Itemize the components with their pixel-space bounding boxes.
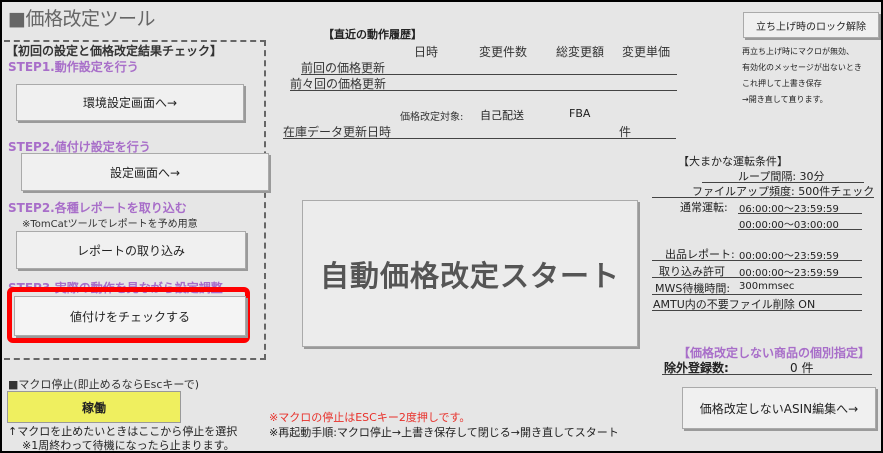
unlock-button[interactable]: 立ち上げ時のロック解除 bbox=[743, 12, 879, 38]
mws-wait-line bbox=[652, 294, 862, 295]
auto-pricing-start-button[interactable]: 自動価格改定スタート bbox=[302, 200, 638, 347]
conditions-title: 【大まかな運転条件】 bbox=[678, 155, 788, 168]
unlock-note-1: 再立ち上げ時にマクロが無効、 bbox=[742, 47, 854, 56]
steps-panel-header: 【初回の設定と価格改定結果チェック】 bbox=[6, 44, 223, 58]
normal-run-label: 通常運転: bbox=[680, 201, 728, 214]
normal-run-line-1 bbox=[738, 213, 862, 214]
reports-note: ※TomCatツールでレポートを予め用意 bbox=[22, 219, 198, 230]
history-col-count: 変更件数 bbox=[479, 45, 528, 59]
step1-label: STEP1.動作設定を行う bbox=[8, 60, 139, 74]
target-fba: FBA bbox=[569, 107, 591, 120]
check-pricing-button[interactable]: 値付けをチェックする bbox=[14, 296, 246, 336]
macro-stop-label: ■マクロ停止(即止めるならEscキーで) bbox=[8, 378, 200, 391]
listing-report-line bbox=[652, 260, 862, 261]
history-col-total: 総変更額 bbox=[556, 45, 605, 59]
history-col-datetime: 日時 bbox=[414, 45, 439, 59]
normal-run-line-2 bbox=[738, 229, 862, 230]
target-label: 価格改定対象: bbox=[400, 112, 464, 123]
restart-procedure-note: ※再起動手順:マクロ停止→上書き保存して閉じる→開き直してスタート bbox=[269, 426, 619, 439]
unlock-note-3: これ押して上書き保存 bbox=[742, 79, 822, 88]
import-reports-button[interactable]: レポートの取り込み bbox=[16, 231, 246, 269]
import-permission-line bbox=[652, 277, 862, 278]
step2-reports-label: STEP2.各種レポートを取り込む bbox=[8, 201, 187, 215]
history-row-before-previous-line bbox=[290, 90, 677, 91]
history-col-unit: 変更単価 bbox=[622, 45, 671, 59]
mws-wait-value: 300mmsec bbox=[739, 281, 795, 292]
app-title: ■価格改定ツール bbox=[8, 8, 155, 30]
history-title: 【直近の動作履歴】 bbox=[323, 28, 422, 41]
stock-update-line bbox=[283, 138, 676, 139]
macro-note-2: ※1周終わって待機になったら止まります。 bbox=[22, 439, 235, 452]
file-upload-line bbox=[652, 197, 874, 198]
asin-exclude-edit-button[interactable]: 価格改定しないASIN編集へ→ bbox=[682, 387, 876, 429]
esc-stop-note: ※マクロの停止はESCキー2度押しです。 bbox=[269, 411, 471, 424]
app-window: ■価格改定ツール 【初回の設定と価格改定結果チェック】 STEP1.動作設定を行… bbox=[0, 0, 883, 453]
amtu-line bbox=[652, 310, 862, 311]
environment-settings-button[interactable]: 環境設定画面へ→ bbox=[16, 84, 244, 121]
settings-screen-button[interactable]: 設定画面へ→ bbox=[21, 153, 269, 191]
unlock-notes: 再立ち上げ時にマクロが無効、 有効化のメッセージが出ないとき これ押して上書き保… bbox=[742, 44, 862, 108]
unlock-note-4: →開き直して直ります。 bbox=[742, 95, 828, 104]
target-self-delivery: 自己配送 bbox=[480, 109, 524, 122]
run-status-button[interactable]: 稼働 bbox=[7, 391, 181, 423]
unlock-note-2: 有効化のメッセージが出ないとき bbox=[742, 63, 862, 72]
exclude-count-line bbox=[662, 374, 872, 375]
